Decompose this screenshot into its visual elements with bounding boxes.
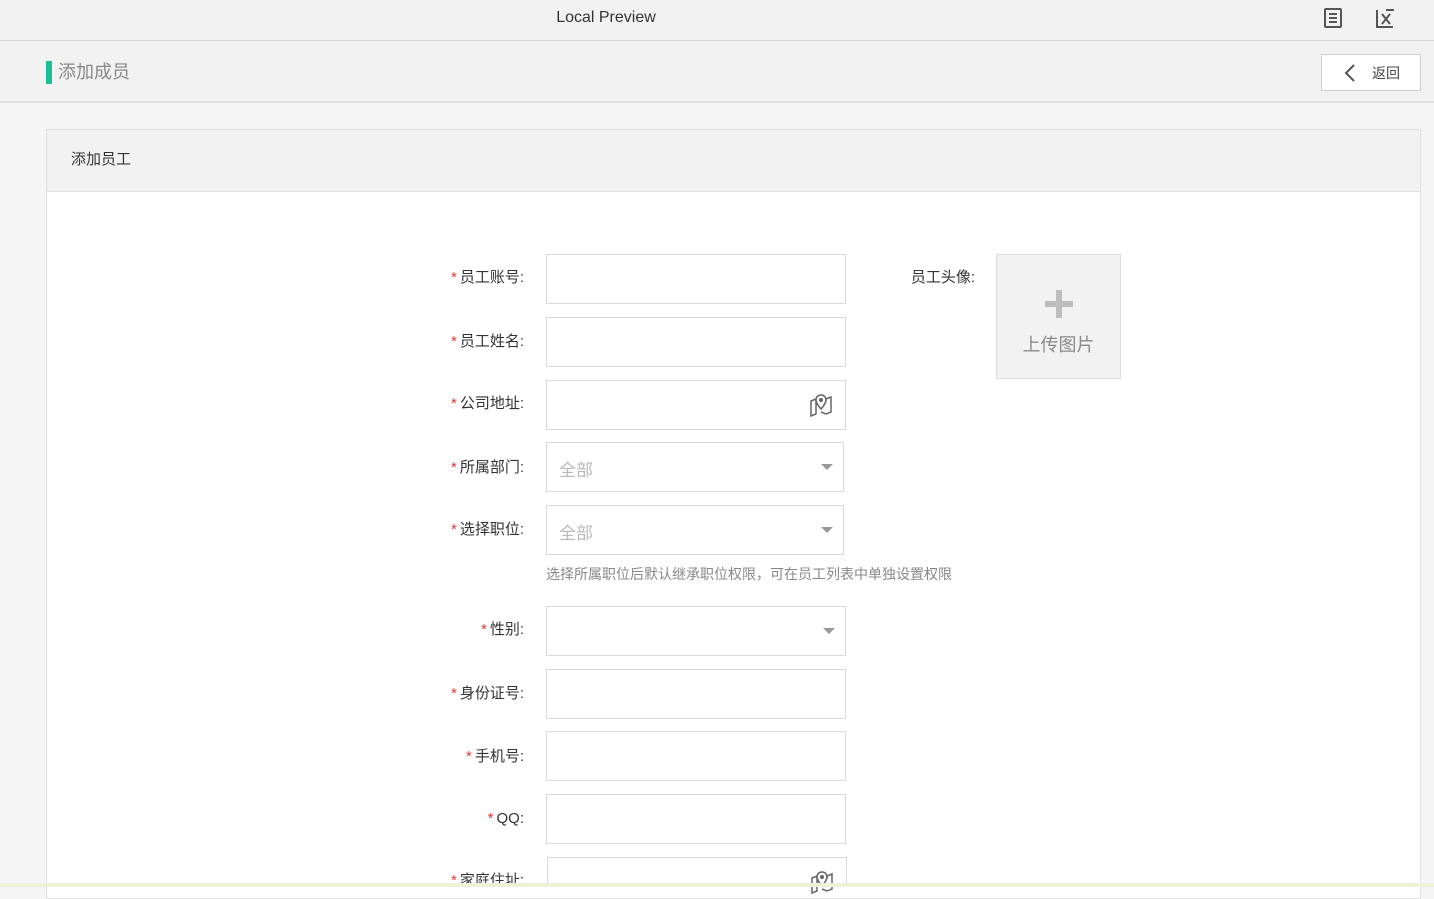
required-mark: *	[465, 748, 472, 765]
chevron-down-icon	[821, 527, 833, 533]
chevron-down-icon	[823, 628, 835, 634]
account-field[interactable]	[546, 254, 846, 304]
id-number-input[interactable]	[547, 670, 845, 718]
map-pin-icon[interactable]	[809, 393, 833, 417]
page-title: 添加成员	[58, 62, 130, 82]
account-input[interactable]	[547, 255, 845, 303]
required-mark: *	[487, 810, 494, 827]
chevron-left-icon	[1344, 63, 1355, 82]
position-hint: 选择所属职位后默认继承职位权限，可在员工列表中单独设置权限	[546, 566, 952, 582]
account-label: * 员工账号:	[450, 269, 524, 286]
gender-label: * 性别:	[480, 621, 524, 638]
name-input[interactable]	[547, 318, 845, 366]
avatar-label: 员工头像:	[910, 269, 975, 286]
position-value: 全部	[559, 524, 593, 543]
map-pin-icon[interactable]	[810, 870, 834, 894]
company-address-label: * 公司地址:	[450, 395, 524, 412]
document-icon[interactable]	[1322, 7, 1344, 29]
chevron-down-icon	[821, 464, 833, 470]
qq-label: * QQ:	[487, 810, 524, 827]
window-title: Local Preview	[556, 9, 656, 26]
position-label: * 选择职位:	[450, 521, 524, 538]
department-value: 全部	[559, 461, 593, 480]
home-address-label: * 家庭住址:	[450, 872, 524, 889]
qq-input[interactable]	[547, 795, 845, 843]
title-accent-bar	[46, 61, 52, 84]
page-header: 添加成员 返回	[0, 41, 1434, 103]
id-number-label: * 身份证号:	[450, 685, 524, 702]
required-mark: *	[450, 459, 457, 476]
phone-input[interactable]	[547, 732, 845, 780]
id-number-field[interactable]	[546, 669, 846, 719]
required-mark: *	[450, 395, 457, 412]
required-mark: *	[450, 521, 457, 538]
back-button[interactable]: 返回	[1321, 54, 1421, 91]
gender-select[interactable]	[546, 606, 846, 656]
required-mark: *	[450, 269, 457, 286]
required-mark: *	[480, 621, 487, 638]
company-address-field[interactable]	[546, 380, 846, 430]
required-mark: *	[450, 333, 457, 350]
phone-label: * 手机号:	[465, 748, 524, 765]
department-label: * 所属部门:	[450, 459, 524, 476]
avatar-upload-button[interactable]: 上传图片	[996, 254, 1121, 379]
department-select[interactable]: 全部	[546, 442, 844, 492]
back-button-label: 返回	[1372, 64, 1400, 81]
preview-toolbar: Local Preview	[0, 0, 1434, 41]
position-select[interactable]: 全部	[546, 505, 844, 555]
formula-icon[interactable]	[1374, 7, 1396, 29]
upload-label: 上传图片	[1022, 335, 1095, 355]
company-address-input[interactable]	[547, 381, 845, 429]
required-mark: *	[450, 685, 457, 702]
status-edge	[0, 883, 1434, 887]
panel-title: 添加员工	[47, 130, 1420, 192]
plus-icon	[1044, 290, 1074, 320]
qq-field[interactable]	[546, 794, 846, 844]
name-label: * 员工姓名:	[450, 333, 524, 350]
phone-field[interactable]	[546, 731, 846, 781]
name-field[interactable]	[546, 317, 846, 367]
